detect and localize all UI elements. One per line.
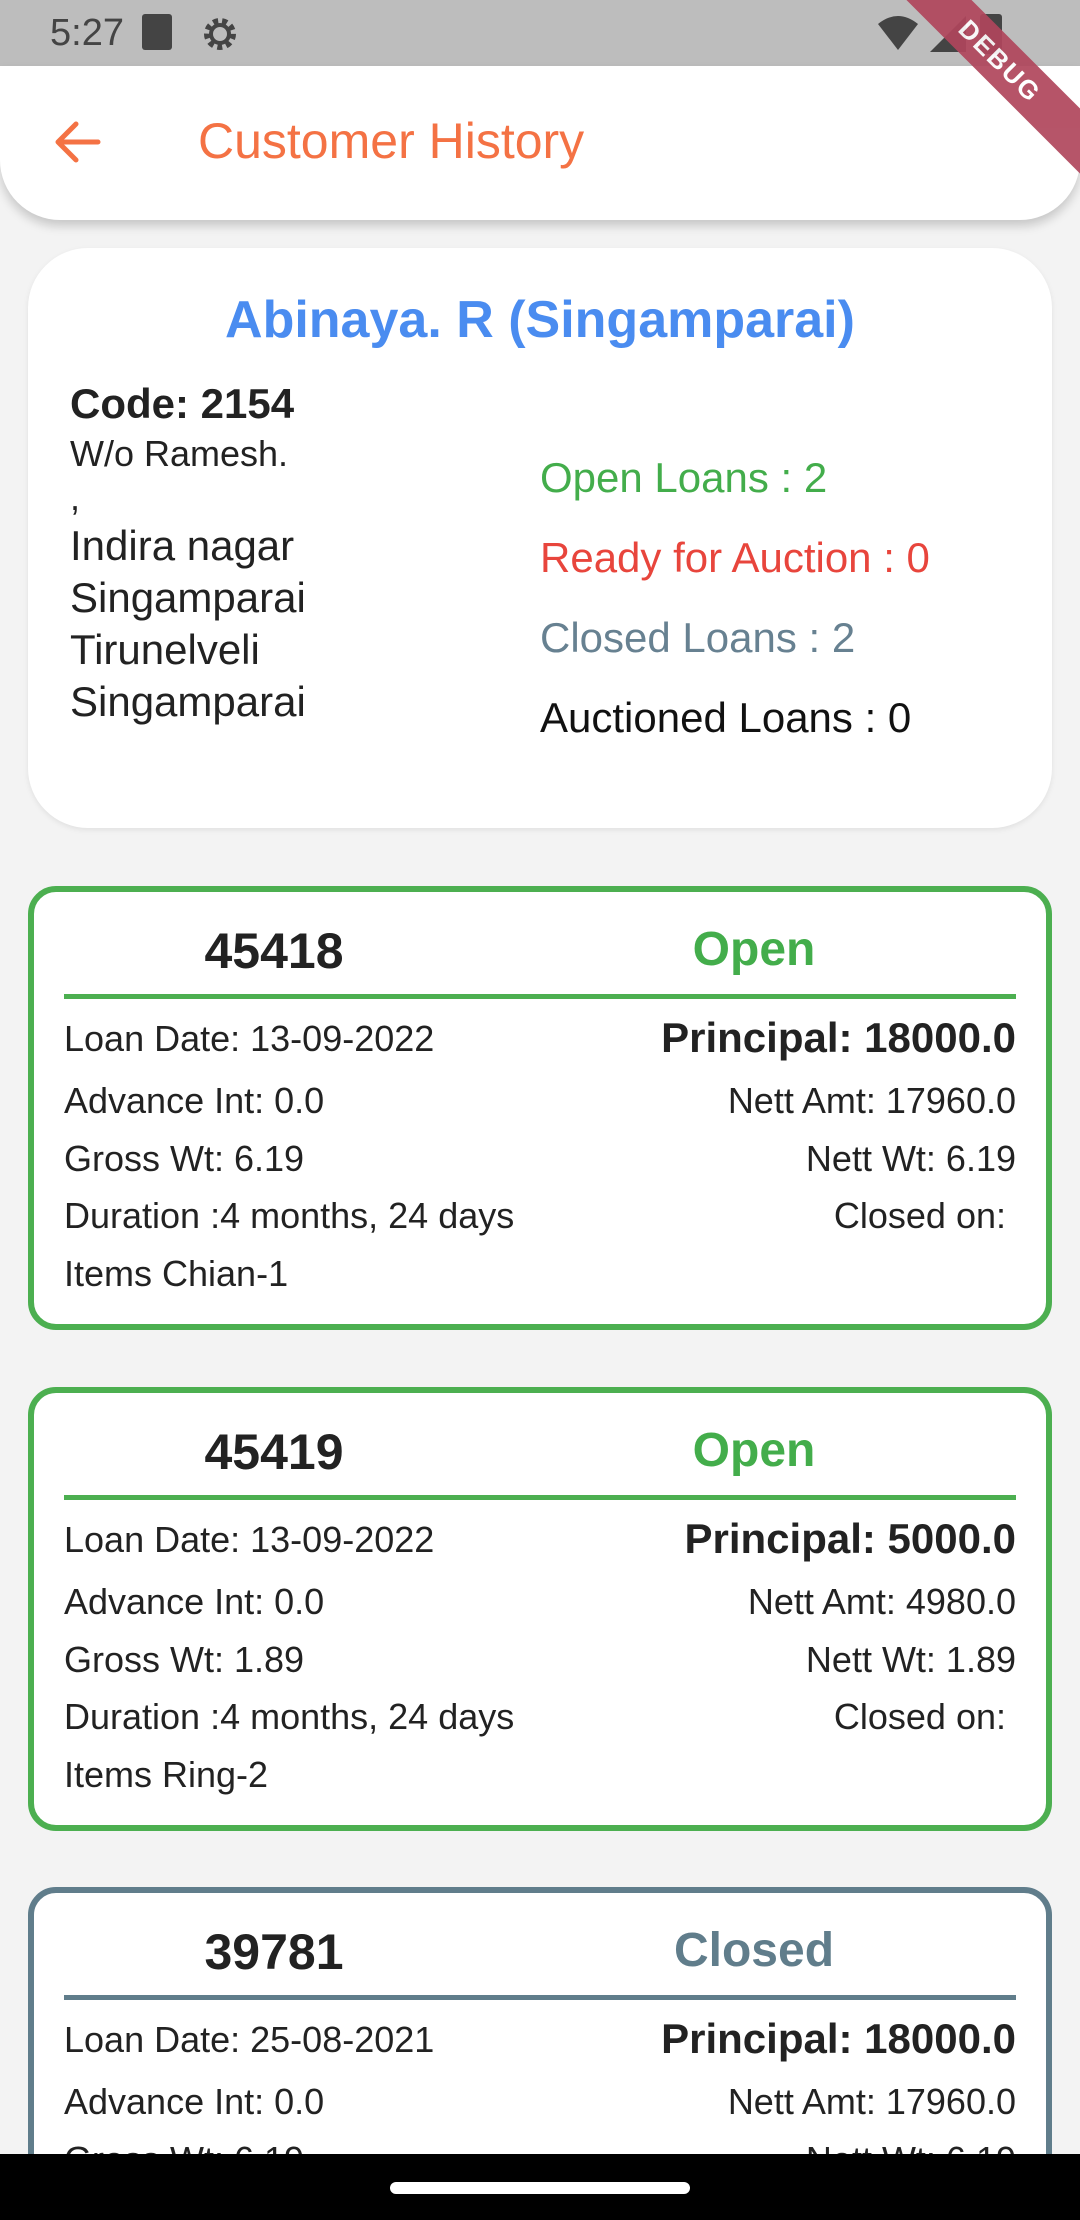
loan-date: Loan Date: 13-09-2022: [64, 1519, 435, 1560]
duration: Duration :4 months, 24 days: [64, 1696, 515, 1737]
principal: Principal: 18000.0: [661, 1014, 1016, 1061]
customer-name: Abinaya. R (Singamparai): [225, 291, 855, 349]
divider: [64, 1995, 1016, 2000]
address-line: W/o Ramesh.: [70, 433, 289, 474]
address-line: Singamparai: [70, 678, 306, 725]
back-arrow-icon[interactable]: [50, 114, 106, 170]
nett-amt: Nett Amt: 4980.0: [747, 1581, 1016, 1622]
advance-int: Advance Int: 0.0: [64, 2081, 325, 2122]
ready-for-auction-count: Ready for Auction : 0: [540, 534, 930, 581]
gross-wt: Gross Wt: 1.89: [64, 1639, 305, 1680]
home-gesture-handle[interactable]: [390, 2182, 690, 2194]
address-line: ,: [70, 477, 81, 518]
address-line: Singamparai: [70, 574, 306, 621]
loan-card[interactable]: 45418 Open Loan Date: 13-09-2022 Princip…: [28, 886, 1052, 1330]
items: Items Chian-1: [64, 1253, 289, 1294]
settings-gear-icon: [204, 18, 236, 50]
advance-int: Advance Int: 0.0: [64, 1581, 325, 1622]
principal: Principal: 5000.0: [684, 1515, 1016, 1562]
divider: [64, 1495, 1016, 1500]
loan-status: Open: [692, 923, 816, 976]
auctioned-loans-count: Auctioned Loans : 0: [540, 694, 912, 741]
nett-wt: Nett Wt: 1.89: [805, 1639, 1016, 1680]
app-bar: Customer History: [0, 66, 1080, 220]
address-line: Indira nagar: [70, 522, 295, 569]
wifi-icon: [878, 16, 918, 50]
duration: Duration :4 months, 24 days: [64, 1195, 515, 1236]
nett-amt: Nett Amt: 17960.0: [727, 1080, 1016, 1121]
sd-card-icon: [142, 14, 172, 50]
gross-wt: Gross Wt: 6.19: [64, 1138, 305, 1179]
customer-card: Abinaya. R (Singamparai) Code: 2154 W/o …: [28, 248, 1052, 828]
loan-card[interactable]: 45419 Open Loan Date: 13-09-2022 Princip…: [28, 1387, 1052, 1831]
loan-number: 39781: [204, 1924, 344, 1980]
customer-address: W/o Ramesh. , Indira nagar Singamparai T…: [70, 432, 510, 728]
closed-on: Closed on:: [833, 1195, 1006, 1236]
nett-amt: Nett Amt: 17960.0: [727, 2081, 1016, 2122]
loan-number: 45419: [204, 1424, 344, 1480]
loan-date: Loan Date: 13-09-2022: [64, 1018, 435, 1059]
items: Items Ring-2: [64, 1754, 269, 1795]
loan-stats: Open Loans : 2 Ready for Auction : 0 Clo…: [540, 438, 1020, 758]
divider: [64, 994, 1016, 999]
loan-number: 45418: [204, 923, 344, 979]
loan-status: Open: [692, 1424, 816, 1477]
closed-loans-count: Closed Loans : 2: [540, 614, 856, 661]
page-title: Customer History: [198, 113, 585, 169]
system-nav-bar: [0, 2154, 1080, 2220]
principal: Principal: 18000.0: [661, 2015, 1016, 2062]
address-line: Tirunelveli: [70, 626, 260, 673]
open-loans-count: Open Loans : 2: [540, 454, 828, 501]
status-time: 5:27: [50, 12, 124, 54]
closed-on: Closed on:: [833, 1696, 1006, 1737]
loan-status: Closed: [673, 1924, 835, 1977]
advance-int: Advance Int: 0.0: [64, 1080, 325, 1121]
nett-wt: Nett Wt: 6.19: [805, 1138, 1016, 1179]
loan-date: Loan Date: 25-08-2021: [64, 2019, 435, 2060]
customer-code: Code: 2154: [70, 380, 295, 427]
